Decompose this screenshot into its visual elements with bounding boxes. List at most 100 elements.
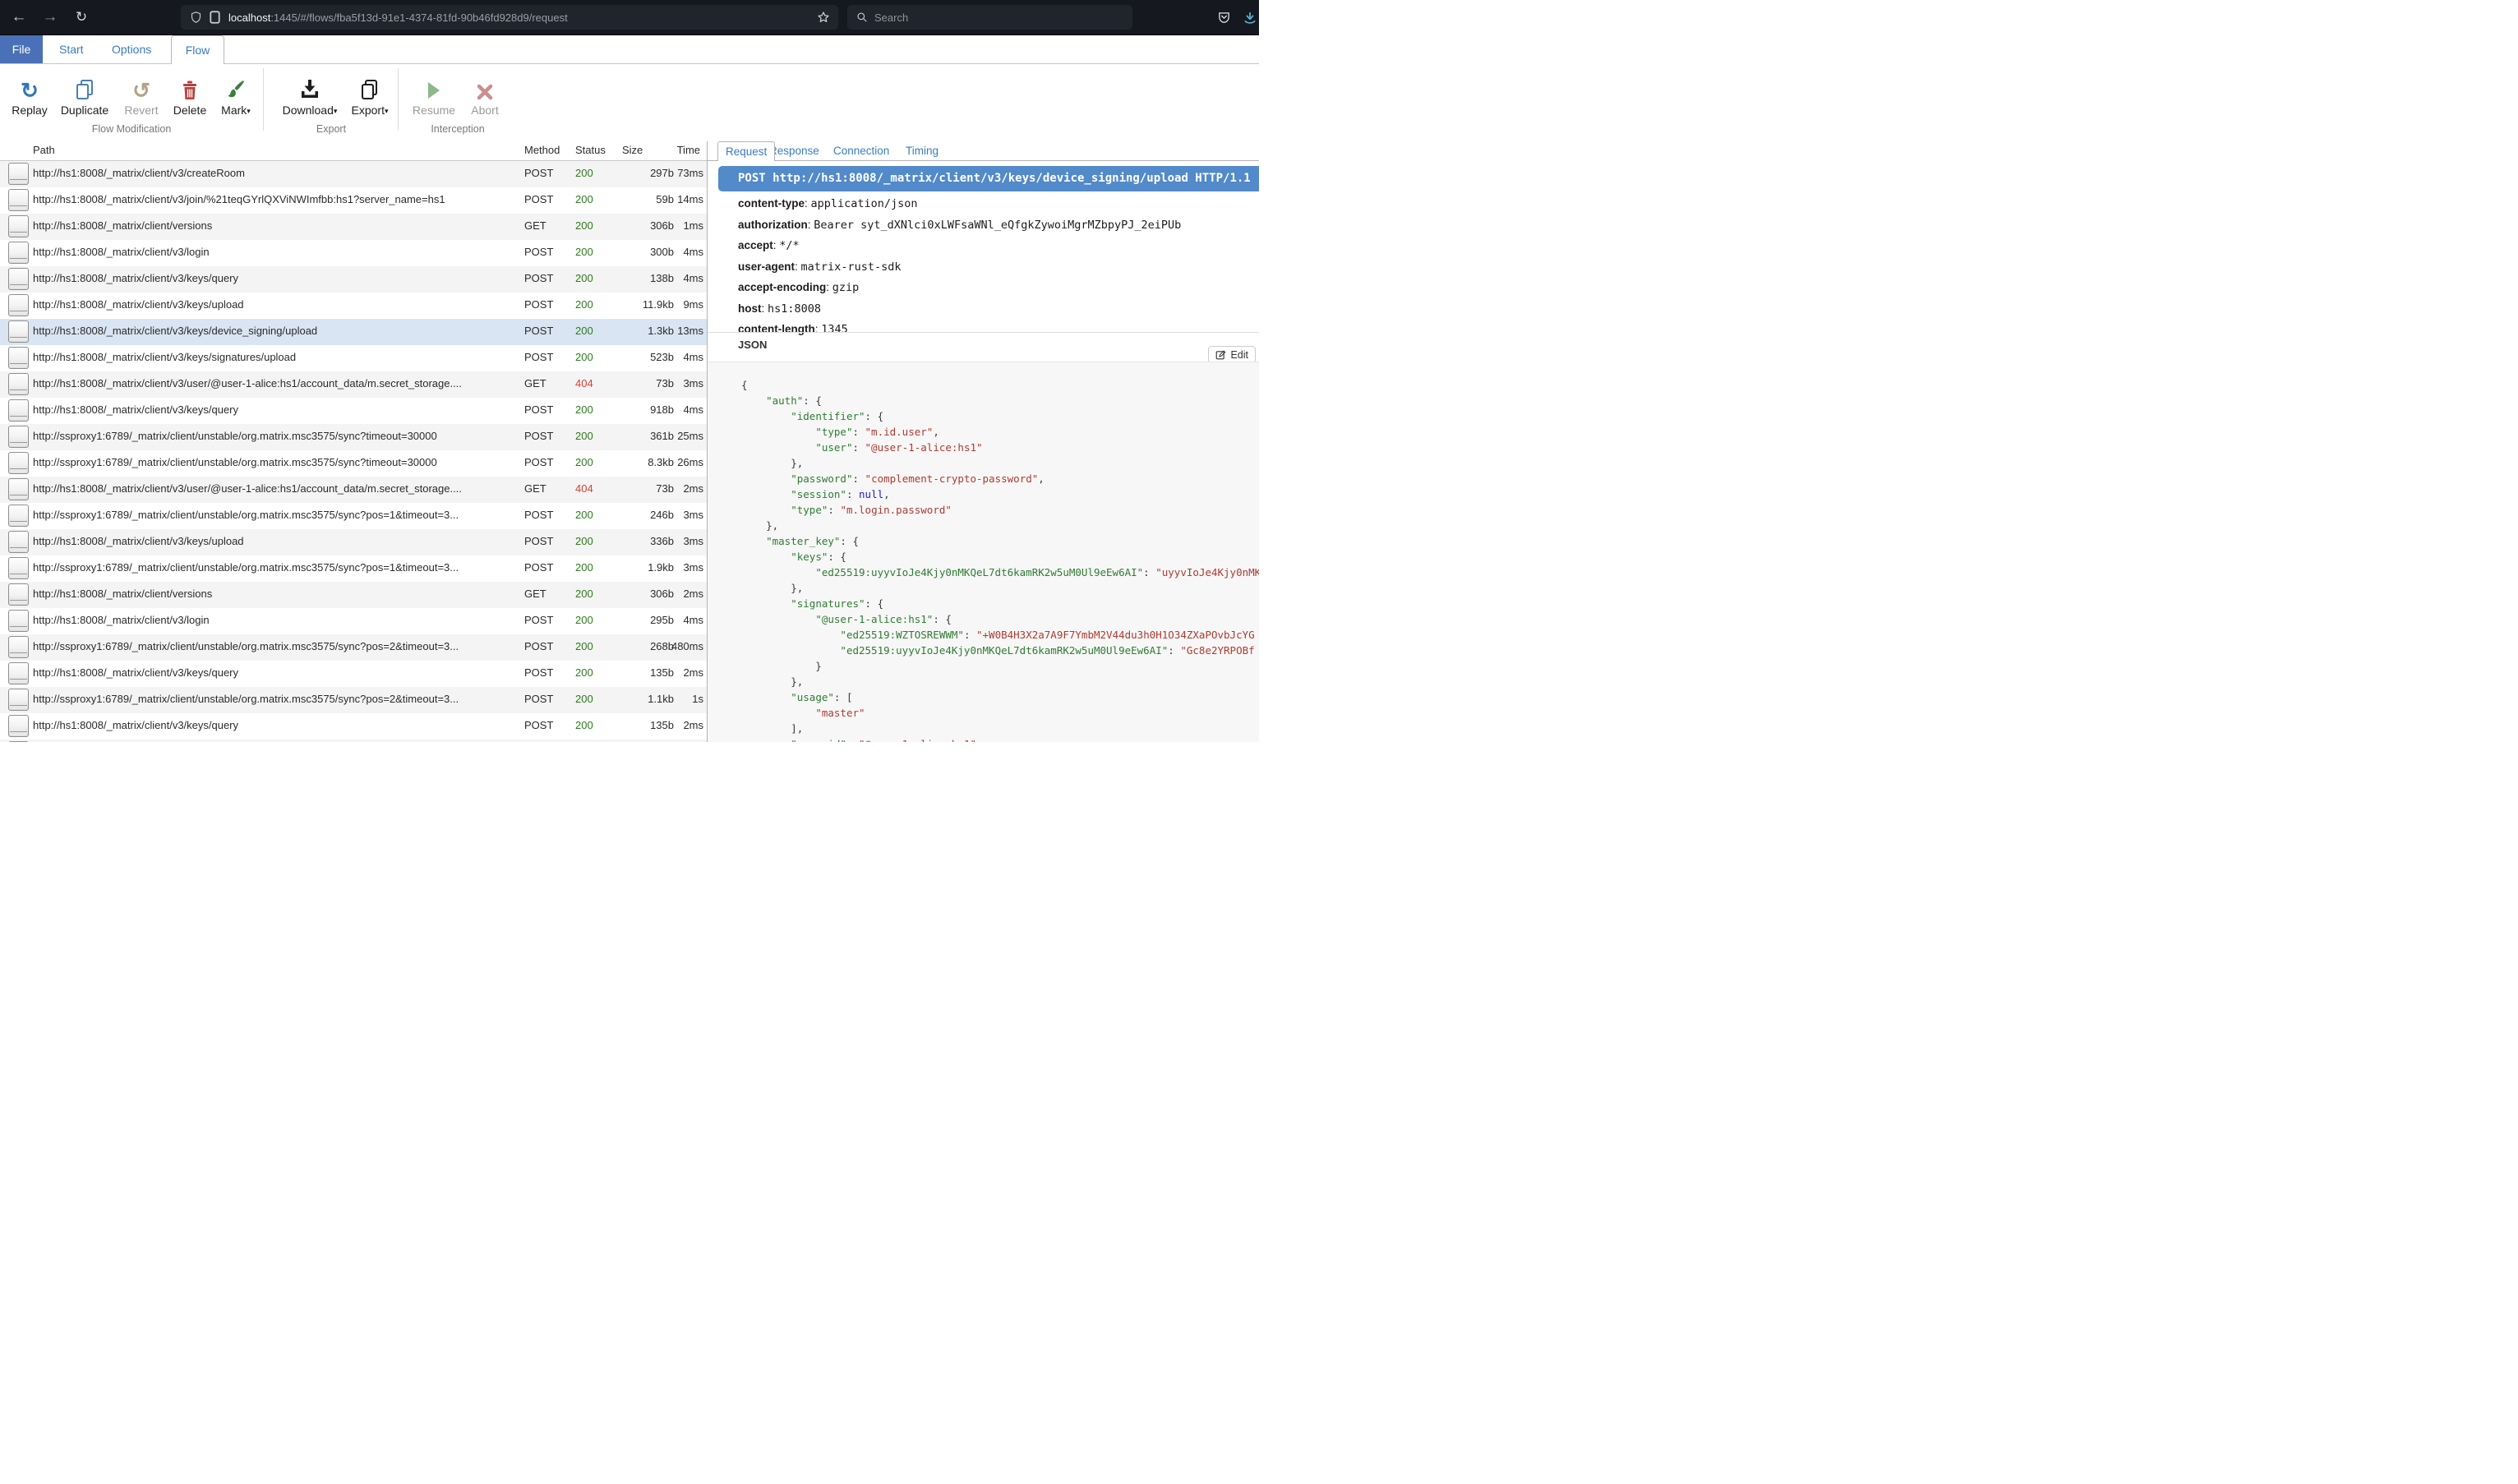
json-line: "ed25519:WZTOSREWWM": "+W0B4H3X2a7A9F7Ym…	[741, 627, 1259, 643]
mark-button[interactable]: Mark▾	[215, 71, 256, 117]
flow-time: 2ms	[651, 719, 703, 731]
header-line[interactable]: accept-encoding: gzip	[738, 277, 1259, 298]
flow-time: 2ms	[651, 666, 703, 679]
header-line[interactable]: host: hs1:8008	[738, 298, 1259, 320]
header-line[interactable]: content-length: 1345	[738, 319, 1259, 340]
export-button[interactable]: Export▾	[345, 71, 394, 117]
flow-time: 480ms	[651, 640, 703, 652]
flow-row[interactable]: http://hs1:8008/_matrix/client/v3/create…	[0, 161, 707, 187]
url-text[interactable]: localhost:1445/#/flows/fba5f13d-91e1-437…	[228, 12, 817, 24]
flow-row[interactable]: http://ssproxy1:6789/_matrix/client/unst…	[0, 555, 707, 582]
flow-row[interactable]: http://hs1:8008/_matrix/client/v3/keys/q…	[0, 266, 707, 293]
flow-row[interactable]: http://ssproxy1:6789/_matrix/client/unst…	[0, 424, 707, 450]
flow-row[interactable]: http://ssproxy1:6789/_matrix/client/unst…	[0, 634, 707, 661]
json-line: },	[741, 455, 1259, 471]
flow-row[interactable]: http://hs1:8008/_matrix/client/v3/keys/s…	[0, 345, 707, 371]
column-path[interactable]: Path	[33, 144, 55, 156]
flow-row[interactable]: http://hs1:8008/_matrix/client/v3/keys/q…	[0, 713, 707, 740]
flow-row[interactable]: http://hs1:8008/_matrix/client/v3/loginP…	[0, 240, 707, 266]
shield-icon[interactable]	[190, 11, 202, 24]
tab-timing[interactable]: Timing	[904, 141, 940, 160]
edit-button[interactable]: Edit	[1208, 346, 1256, 363]
abort-button[interactable]: Abort	[465, 71, 505, 117]
flow-row[interactable]: http://hs1:8008/_matrix/client/v3/join/%…	[0, 187, 707, 214]
flow-row[interactable]: http://hs1:8008/_matrix/client/versionsG…	[0, 214, 707, 240]
flow-row[interactable]: http://hs1:8008/_matrix/client/v3/user/@…	[0, 371, 707, 398]
trash-icon	[169, 71, 210, 101]
flow-row[interactable]: http://hs1:8008/_matrix/client/v3/keys/u…	[0, 293, 707, 319]
mark-caret-icon: ▾	[247, 107, 251, 115]
menu-start[interactable]: Start	[59, 35, 84, 63]
flow-row[interactable]: http://hs1:8008/_matrix/client/v3/keys/q…	[0, 661, 707, 687]
resume-button[interactable]: Resume	[409, 71, 459, 117]
back-icon[interactable]: ←	[5, 0, 33, 35]
flow-status: 200	[575, 272, 593, 284]
flow-row[interactable]: http://hs1:8008/_matrix/client/v3/keys/d…	[0, 319, 707, 345]
tab-connection[interactable]: Connection	[832, 141, 891, 160]
flow-row[interactable]: http://ssproxy1:6789/_matrix/client/unst…	[0, 687, 707, 713]
flow-list-header[interactable]: Path Method Status Size Time	[0, 141, 707, 161]
flow-status: 200	[575, 351, 593, 363]
tab-response[interactable]: Response	[768, 141, 821, 160]
flow-list: Path Method Status Size Time http://hs1:…	[0, 141, 708, 742]
menu-options[interactable]: Options	[112, 35, 151, 63]
flow-type-icon	[8, 268, 29, 290]
replay-button[interactable]: ↻ Replay	[10, 71, 49, 117]
flow-time: 3ms	[651, 535, 703, 547]
header-value: 1345	[821, 323, 848, 336]
header-line[interactable]: authorization: Bearer syt_dXNlci0xLWFsaW…	[738, 214, 1259, 236]
search-input[interactable]: Search	[847, 5, 1132, 30]
header-line[interactable]: accept: */*	[738, 235, 1259, 256]
download-caret-icon: ▾	[334, 107, 338, 115]
column-time[interactable]: Time	[651, 144, 700, 156]
flow-status: 404	[575, 377, 593, 389]
request-body-json[interactable]: { "auth": { "identifier": { "type": "m.i…	[708, 362, 1259, 742]
flow-status: 404	[575, 482, 593, 495]
menu-tab-flow[interactable]: Flow	[171, 35, 224, 64]
replay-icon: ↻	[10, 71, 49, 101]
flow-row[interactable]: http://hs1:8008/_matrix/client/v3/keys/u…	[0, 529, 707, 555]
bookmark-star-icon[interactable]	[817, 11, 830, 24]
flow-path: http://ssproxy1:6789/_matrix/client/unst…	[33, 693, 519, 705]
flow-method: GET	[524, 482, 546, 495]
flow-path: http://ssproxy1:6789/_matrix/client/unst…	[33, 430, 519, 442]
json-line: "master"	[741, 705, 1259, 721]
flow-row[interactable]: http://hs1:8008/_matrix/client/versionsG…	[0, 582, 707, 608]
flow-time: 3ms	[651, 509, 703, 521]
flow-row[interactable]: http://hs1:8008/_matrix/client/v3/keys/q…	[0, 398, 707, 424]
menu-file[interactable]: File	[0, 35, 43, 63]
delete-button[interactable]: Delete	[169, 71, 210, 117]
revert-button[interactable]: ↺ Revert	[120, 71, 163, 117]
flow-row[interactable]	[0, 740, 707, 742]
reload-icon[interactable]: ↻	[67, 0, 95, 35]
page-info-icon[interactable]	[210, 11, 220, 24]
flow-status: 200	[575, 561, 593, 574]
flow-row[interactable]: http://ssproxy1:6789/_matrix/client/unst…	[0, 503, 707, 529]
header-line[interactable]: content-type: application/json	[738, 193, 1259, 214]
flow-method: GET	[524, 219, 546, 232]
flow-row[interactable]: http://hs1:8008/_matrix/client/v3/user/@…	[0, 477, 707, 503]
url-bar[interactable]: localhost:1445/#/flows/fba5f13d-91e1-437…	[181, 5, 838, 30]
flow-type-icon	[8, 320, 29, 343]
column-method[interactable]: Method	[524, 144, 560, 156]
forward-icon[interactable]: →	[36, 0, 64, 35]
header-value: */*	[779, 239, 799, 252]
json-line: "signatures": {	[741, 596, 1259, 611]
flow-method: POST	[524, 561, 553, 574]
flow-status: 200	[575, 535, 593, 547]
header-line[interactable]: user-agent: matrix-rust-sdk	[738, 256, 1259, 278]
request-headers[interactable]: content-type: application/jsonauthorizat…	[738, 193, 1259, 340]
flow-row[interactable]: http://hs1:8008/_matrix/client/v3/loginP…	[0, 608, 707, 634]
downloads-icon[interactable]	[1243, 11, 1257, 25]
flow-method: POST	[524, 456, 553, 468]
tab-request[interactable]: Request	[717, 141, 775, 161]
header-separator: :	[805, 197, 811, 210]
column-status[interactable]: Status	[575, 144, 606, 156]
download-button[interactable]: Download▾	[278, 71, 342, 117]
request-first-line[interactable]: POST http://hs1:8008/_matrix/client/v3/k…	[718, 166, 1259, 191]
flow-status: 200	[575, 298, 593, 311]
duplicate-button[interactable]: Duplicate	[58, 71, 112, 117]
flow-row[interactable]: http://ssproxy1:6789/_matrix/client/unst…	[0, 450, 707, 477]
pocket-icon[interactable]	[1217, 11, 1231, 25]
column-size[interactable]: Size	[622, 144, 643, 156]
